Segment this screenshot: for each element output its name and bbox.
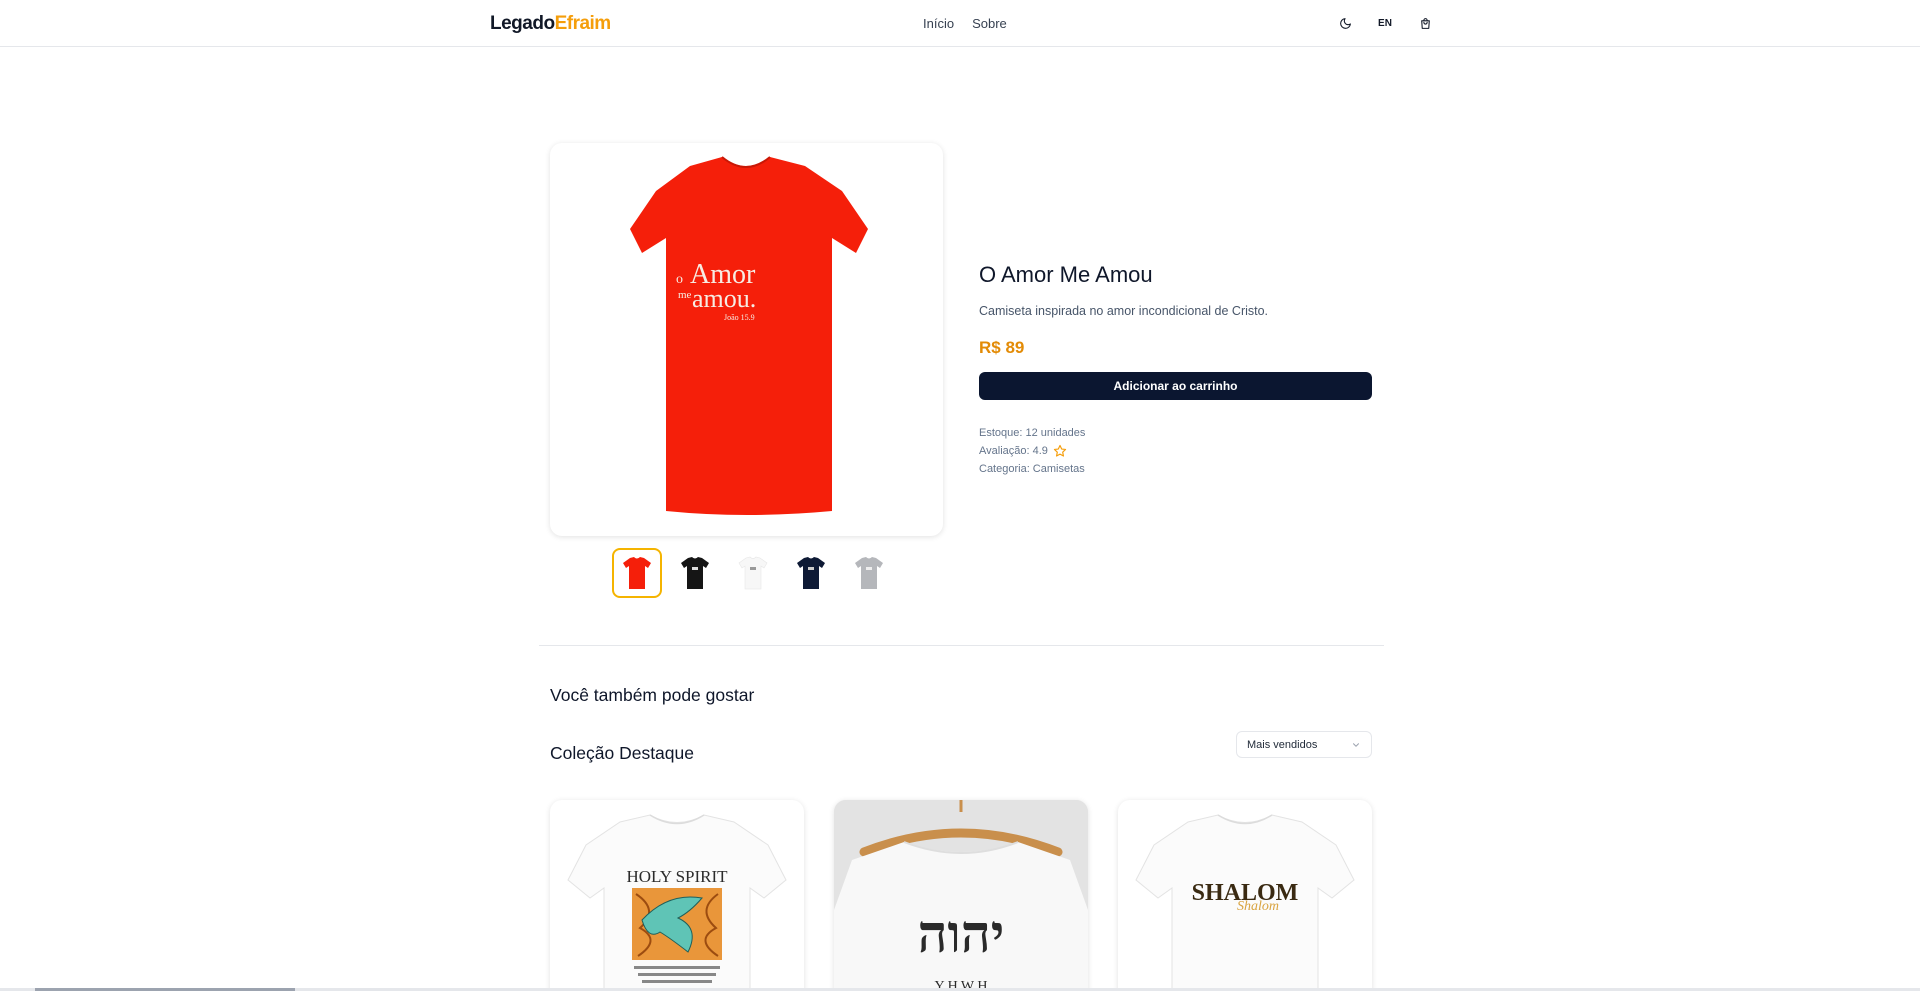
card-print-sub: Shalom [1237,899,1279,914]
tshirt-thumbnail-icon [797,557,825,589]
related-heading: Você também pode gostar [550,685,755,705]
moon-icon [1339,17,1351,29]
nav-link-inicio[interactable]: Início [923,16,954,31]
product-info: O Amor Me Amou Camiseta inspirada no amo… [979,262,1372,478]
product-card-shalom[interactable]: SHALOM Shalom [1118,800,1372,991]
category-text: Categoria: Camisetas [979,463,1085,475]
chevron-down-icon [1352,742,1360,747]
tshirt-thumbnail-icon [681,557,709,589]
thumbnail-navy[interactable] [786,548,836,598]
card-print-title: HOLY SPIRIT [626,867,728,886]
product-card-holy-spirit[interactable]: HOLY SPIRIT [550,800,804,991]
logo-text-efraim: Efraim [554,13,612,34]
product-price: R$ 89 [979,338,1025,357]
add-to-cart-button[interactable]: Adicionar ao carrinho [979,372,1372,400]
product-tshirt-image: o Amor me amou. João 15.9 [630,156,868,515]
shopping-bag-icon [1420,17,1430,29]
tshirt-thumbnail-icon [623,557,651,589]
product-title: O Amor Me Amou [979,262,1153,287]
print-text-ref: João 15.9 [724,313,755,322]
stock-text: Estoque: 12 unidades [979,427,1086,439]
top-navbar: LegadoEfraim Início Sobre EN [0,0,1920,47]
brand-logo[interactable]: LegadoEfraim [490,13,611,35]
product-thumbnails [612,548,894,598]
language-toggle-button[interactable]: EN [1376,14,1394,32]
nav-link-sobre[interactable]: Sobre [972,16,1007,31]
product-card-image: HOLY SPIRIT [567,814,787,991]
card-print-title: יהוה [918,904,1005,965]
sort-selected-value: Mais vendidos [1247,738,1318,751]
product-main-image: o Amor me amou. João 15.9 [550,143,943,536]
star-icon [1053,444,1067,457]
logo-text-legado: Legado [490,13,555,34]
print-text-o: o [676,272,683,287]
sort-select[interactable]: Mais vendidos [1236,731,1372,758]
thumbnail-black[interactable] [670,548,720,598]
header-actions: EN [1336,14,1434,32]
print-text-me: me [678,289,692,301]
product-card-image: יהוה Y H W H [834,800,1088,991]
product-card-image: SHALOM Shalom [1135,814,1355,991]
cart-button[interactable] [1416,14,1434,32]
product-description: Camiseta inspirada no amor incondicional… [979,304,1269,318]
collection-title: Coleção Destaque [550,743,694,763]
thumbnail-red[interactable] [612,548,662,598]
rating-text: Avaliação: 4.9 [979,445,1048,457]
main-nav: Início Sobre [923,16,1007,31]
section-divider [539,645,1384,646]
print-text-amou: amou. [692,284,756,313]
product-card-yhwh[interactable]: יהוה Y H W H [834,800,1088,991]
tshirt-thumbnail-icon [738,556,768,590]
thumbnail-white[interactable] [728,548,778,598]
theme-toggle-button[interactable] [1336,14,1354,32]
product-meta: Estoque: 12 unidades Avaliação: 4.9 Cate… [979,424,1372,478]
tshirt-thumbnail-icon [855,557,883,589]
thumbnail-gray[interactable] [844,548,894,598]
